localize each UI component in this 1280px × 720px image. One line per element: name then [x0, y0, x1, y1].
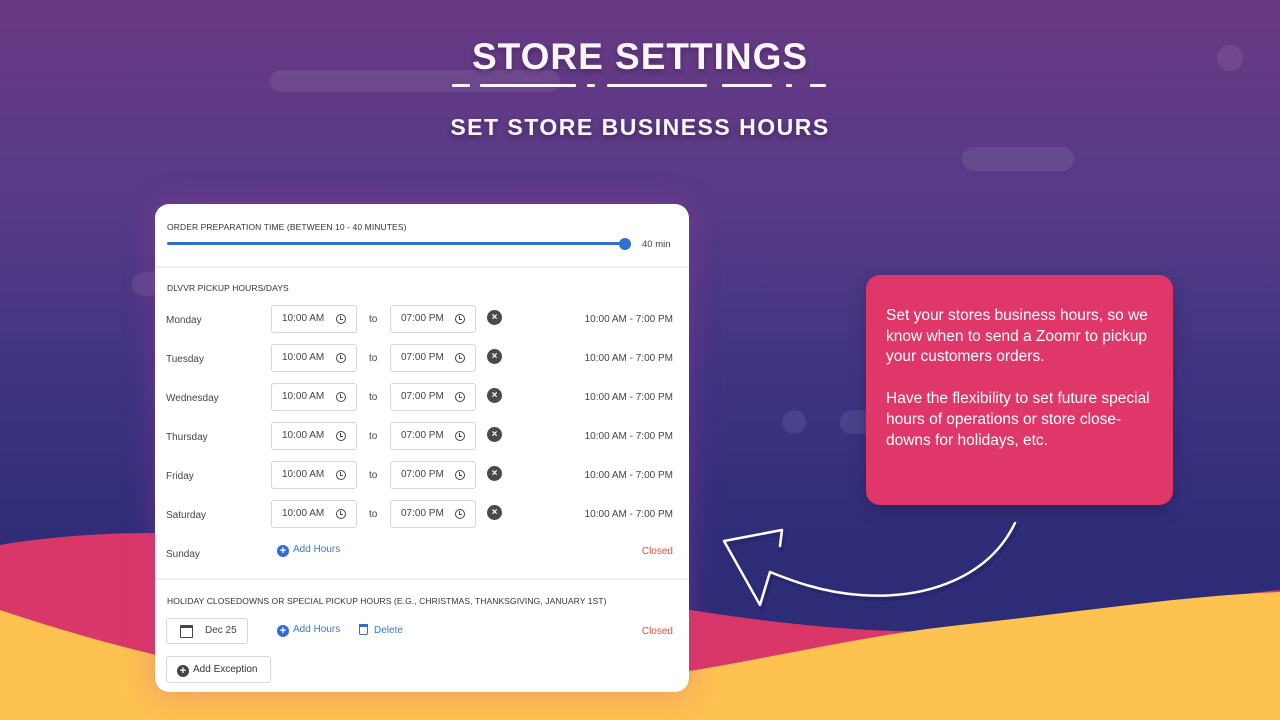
curved-arrow-icon [722, 521, 1020, 611]
